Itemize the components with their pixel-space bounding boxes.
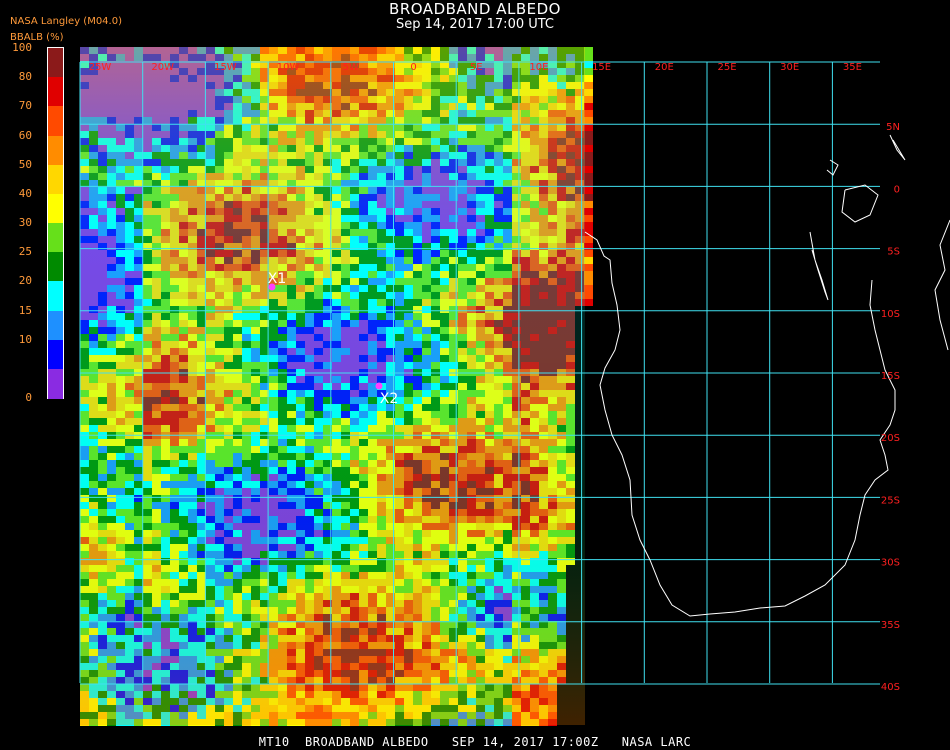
raster-cell bbox=[584, 278, 593, 285]
raster-cell bbox=[584, 187, 593, 194]
raster-cell bbox=[584, 138, 593, 145]
raster-cell bbox=[584, 208, 593, 215]
raster-cell bbox=[584, 47, 593, 54]
raster-cell bbox=[584, 285, 593, 292]
raster-cell bbox=[584, 271, 593, 278]
raster-cell bbox=[584, 201, 593, 208]
raster-cell bbox=[584, 166, 593, 173]
raster-cell bbox=[584, 96, 593, 103]
raster-cell bbox=[584, 89, 593, 96]
raster-cell bbox=[584, 131, 593, 138]
raster-cell bbox=[584, 54, 593, 61]
raster-cell bbox=[584, 250, 593, 257]
raster-cell bbox=[584, 159, 593, 166]
raster-cell bbox=[584, 173, 593, 180]
raster-cell bbox=[584, 299, 593, 306]
raster-cell bbox=[584, 292, 593, 299]
raster-cell bbox=[584, 152, 593, 159]
raster-cell bbox=[584, 145, 593, 152]
raster-cell bbox=[584, 236, 593, 243]
raster-cell bbox=[584, 82, 593, 89]
raster-cell bbox=[584, 264, 593, 271]
raster-cell bbox=[584, 194, 593, 201]
raster-cell bbox=[584, 124, 593, 131]
raster-cell bbox=[584, 215, 593, 222]
raster-cell bbox=[584, 222, 593, 229]
raster-cell bbox=[584, 257, 593, 264]
raster-cell bbox=[584, 110, 593, 117]
raster-cell bbox=[584, 117, 593, 124]
raster-cell bbox=[584, 75, 593, 82]
raster-cell bbox=[584, 103, 593, 110]
albedo-map: 25W 20W 15W 10W 5W 0 5E 10E 15E 20E 25E 30E 35E5N05S… bbox=[79, 47, 950, 726]
